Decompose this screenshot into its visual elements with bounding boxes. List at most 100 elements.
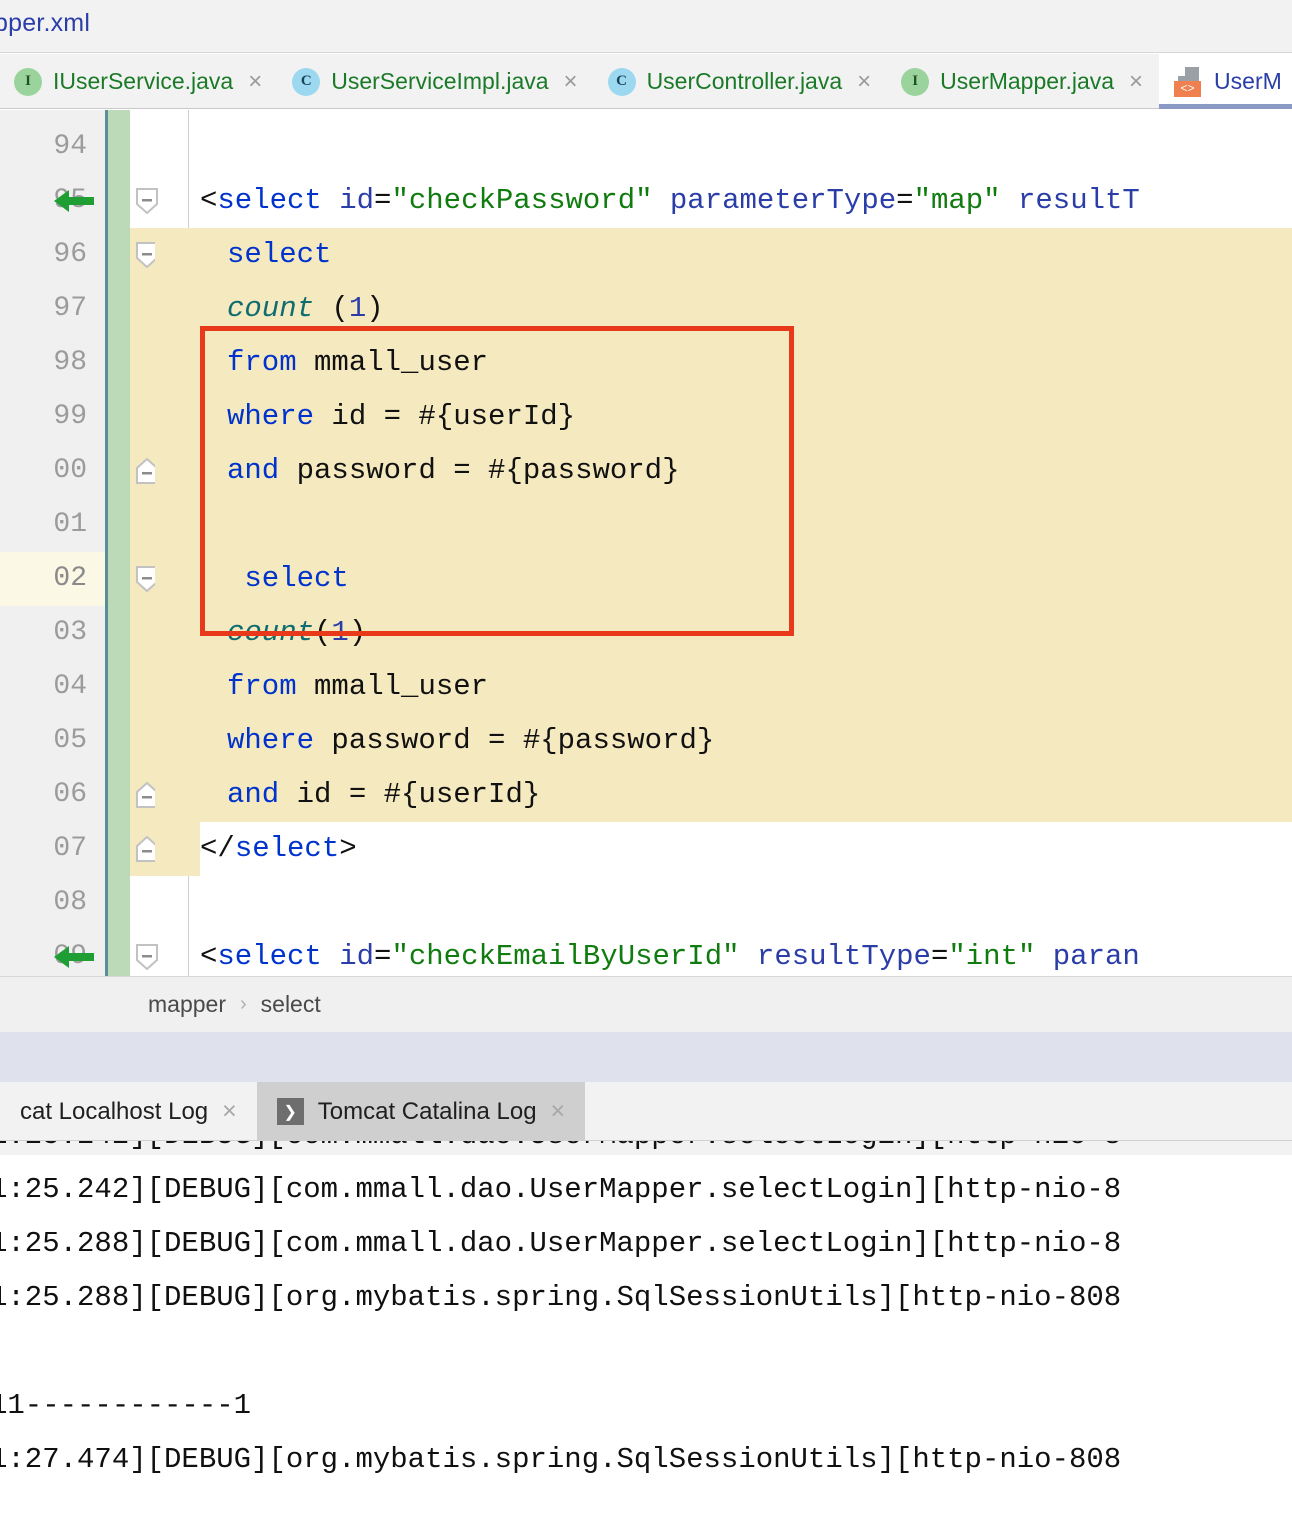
vcs-change-marker-bar <box>108 110 130 976</box>
code-line[interactable]: select <box>227 228 331 282</box>
log-line: 1:25.288][DEBUG][org.mybatis.spring.SqlS… <box>0 1281 1122 1314</box>
breadcrumb-item-mapper[interactable]: mapper <box>148 991 226 1018</box>
code-token: and <box>227 454 280 487</box>
code-token: paran <box>1052 940 1140 973</box>
log-output-console[interactable]: 1:25.242][DEBUG][com.mmall.dao.UserMappe… <box>0 1141 1292 1540</box>
close-icon[interactable]: × <box>857 69 871 94</box>
code-editor[interactable]: 94959697989900010203040506070809 <select… <box>0 110 1292 976</box>
breadcrumb[interactable]: mapper › select <box>0 976 1292 1032</box>
interface-icon: I <box>14 67 42 96</box>
code-line[interactable]: select <box>227 552 348 606</box>
code-token: "int" <box>948 940 1036 973</box>
code-token: and <box>227 778 280 811</box>
code-token: "map" <box>913 184 1001 217</box>
line-number: 08 <box>53 887 87 918</box>
editor-tab-3[interactable]: C UserController.java × <box>594 54 888 109</box>
code-folding-column[interactable] <box>130 110 158 976</box>
code-line[interactable]: count(1) <box>227 606 366 660</box>
code-token: id <box>339 940 375 973</box>
breadcrumb-item-select[interactable]: select <box>261 991 321 1018</box>
code-token: < <box>200 184 218 217</box>
code-token: count <box>227 292 315 325</box>
code-token: select <box>217 940 322 973</box>
close-icon[interactable]: × <box>551 1099 566 1124</box>
green-left-arrow-icon[interactable] <box>52 186 96 216</box>
line-number-gutter[interactable]: 94959697989900010203040506070809 <box>0 110 105 976</box>
file-path-strip: pper.xml <box>0 0 1292 53</box>
code-token: = <box>896 184 914 217</box>
sql-injection-highlight-gutter <box>130 390 155 444</box>
editor-tab-4[interactable]: I UserMapper.java × <box>887 54 1159 109</box>
code-token: > <box>339 832 357 865</box>
code-token: count <box>227 616 315 649</box>
green-left-arrow-icon[interactable] <box>52 942 96 972</box>
line-number: 98 <box>53 347 87 378</box>
code-token: ) <box>348 616 367 649</box>
code-token: from <box>227 346 297 379</box>
close-icon[interactable]: × <box>1129 69 1143 94</box>
editor-tab-2[interactable]: C UserServiceImpl.java × <box>278 54 593 109</box>
line-number: 02 <box>53 563 87 594</box>
code-line[interactable]: where id = #{userId} <box>227 390 575 444</box>
code-token: parameterType <box>669 184 897 217</box>
code-token: where <box>227 724 315 757</box>
code-line[interactable]: </select> <box>200 822 357 876</box>
line-number: 04 <box>53 671 87 702</box>
code-text-area[interactable]: <select id="checkPassword" parameterType… <box>155 110 1292 976</box>
log-line: 11------------1 <box>0 1389 252 1422</box>
code-token: < <box>200 940 218 973</box>
code-line[interactable]: where password = #{password} <box>227 714 714 768</box>
line-number: 96 <box>53 239 87 270</box>
log-line: 1:25.242][DEBUG][com.mmall.dao.UserMappe… <box>0 1173 1122 1206</box>
sql-injection-highlight <box>155 822 200 876</box>
code-token: 1 <box>348 292 367 325</box>
code-line[interactable]: <select id="checkEmailByUserId" resultTy… <box>200 930 1140 976</box>
code-token: from <box>227 670 297 703</box>
sql-injection-highlight <box>155 498 1292 552</box>
log-tab-bar[interactable]: cat Localhost Log × ❯ Tomcat Catalina Log × <box>0 1082 1292 1141</box>
log-tab-1[interactable]: cat Localhost Log × <box>0 1082 257 1141</box>
editor-tab-5[interactable]: <> UserM <box>1159 54 1292 109</box>
run-icon: ❯ <box>276 1098 304 1125</box>
code-line[interactable]: from mmall_user <box>227 660 488 714</box>
code-token: select <box>227 238 332 271</box>
editor-tab-1[interactable]: I IUserService.java × <box>0 54 278 109</box>
log-tab-label: Tomcat Catalina Log <box>317 1097 537 1125</box>
code-token: id = #{userId} <box>279 778 541 811</box>
editor-tab-label: IUserService.java <box>53 68 234 94</box>
xml-tag-badge: <> <box>1174 80 1202 97</box>
code-line[interactable]: and id = #{userId} <box>227 768 540 822</box>
close-icon[interactable]: × <box>248 69 262 94</box>
sql-injection-highlight-gutter <box>130 660 155 714</box>
code-line[interactable]: count (1) <box>227 282 384 336</box>
line-number: 06 <box>53 779 87 810</box>
sql-injection-highlight-gutter <box>130 714 155 768</box>
code-token: = <box>374 940 392 973</box>
close-icon[interactable]: × <box>564 69 578 94</box>
code-line[interactable]: and password = #{password} <box>227 444 679 498</box>
xml-file-icon: <> <box>1173 66 1203 97</box>
editor-tab-label: UserServiceImpl.java <box>331 68 549 94</box>
code-token: </ <box>200 832 235 865</box>
sql-injection-highlight-gutter <box>130 606 155 660</box>
code-token: resultT <box>1017 184 1140 217</box>
code-line[interactable]: <select id="checkPassword" parameterType… <box>200 174 1140 228</box>
tool-window: cat Localhost Log × ❯ Tomcat Catalina Log × … <box>0 1032 1292 1540</box>
code-token: ( <box>314 292 349 325</box>
close-icon[interactable]: × <box>222 1099 237 1124</box>
code-token: select <box>217 184 322 217</box>
log-tab-label: cat Localhost Log <box>20 1097 209 1125</box>
log-tab-2[interactable]: ❯ Tomcat Catalina Log × <box>256 1082 586 1141</box>
line-number: 99 <box>53 401 87 432</box>
sql-injection-highlight-gutter <box>130 498 155 552</box>
editor-tab-bar[interactable]: I IUserService.java × C UserServiceImpl.java… <box>0 54 1292 109</box>
class-icon: C <box>607 67 636 96</box>
editor-tab-label: UserM <box>1214 68 1282 94</box>
code-line[interactable]: from mmall_user <box>227 336 488 390</box>
class-icon: C <box>292 67 321 96</box>
